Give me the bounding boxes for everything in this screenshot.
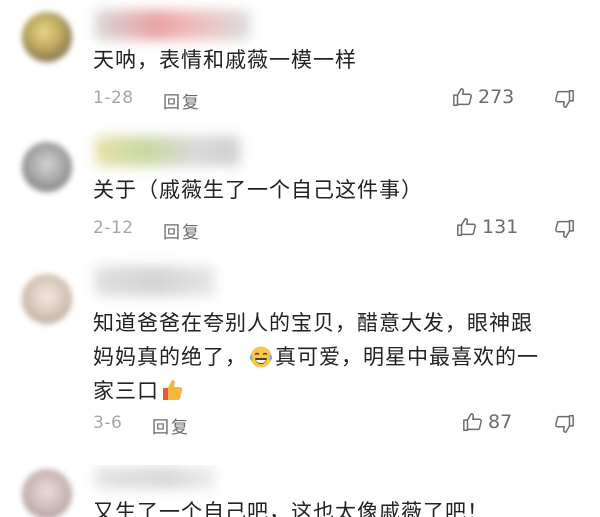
reply-button[interactable]: 回复 [163,218,201,243]
comment-item: 天呐，表情和戚薇一模一样 1-28 回复 273 [0,0,600,130]
comment-item: 又生了一个自己吧，这也太像戚薇了吧！ [0,465,600,517]
comment-text-segment: 真可爱，明星中最喜欢的一 [275,345,539,369]
dislike-button[interactable] [553,413,575,435]
like-count: 273 [478,86,515,108]
tears-of-joy-emoji-icon [250,344,272,368]
comment-date: 1-28 [93,88,134,108]
comment-text-line: 知道爸爸在夸别人的宝贝，醋意大发，眼神跟 [93,311,533,335]
comment-text: 又生了一个自己吧，这也太像戚薇了吧！ [93,500,489,517]
reply-button[interactable]: 回复 [163,88,201,113]
comment-text-segment: 家三口 [93,379,159,403]
comment-date: 2-12 [93,218,134,238]
thumbs-up-outline-icon [452,86,474,108]
avatar[interactable] [22,12,72,62]
thumbs-down-outline-icon [553,218,575,240]
thumbs-down-outline-icon [553,88,575,110]
comment-item: 知道爸爸在夸别人的宝贝，醋意大发，眼神跟 妈妈真的绝了， 真可爱，明星中最喜欢的… [0,260,600,465]
dislike-button[interactable] [553,88,575,110]
comment-text: 关于（戚薇生了一个自己这件事） [93,178,423,202]
like-count: 87 [488,411,513,433]
comment-text: 知道爸爸在夸别人的宝贝，醋意大发，眼神跟 妈妈真的绝了， 真可爱，明星中最喜欢的… [93,306,583,408]
like-button[interactable]: 273 [452,86,514,108]
comment-text: 天呐，表情和戚薇一模一样 [93,48,357,72]
like-button[interactable]: 87 [462,411,512,433]
thumbs-up-outline-icon [462,411,484,433]
avatar[interactable] [22,142,72,192]
thumbs-down-outline-icon [553,413,575,435]
thumbs-up-outline-icon [456,216,478,238]
dislike-button[interactable] [553,218,575,240]
thumbs-up-emoji-icon [161,378,183,402]
comment-text-line: 家三口 [93,374,583,408]
username[interactable] [95,136,240,166]
username[interactable] [95,10,250,40]
like-count: 131 [482,216,519,238]
like-button[interactable]: 131 [456,216,518,238]
avatar[interactable] [22,274,72,324]
reply-button[interactable]: 回复 [152,413,190,438]
avatar[interactable] [22,469,72,517]
username[interactable] [95,266,215,296]
comment-text-line: 妈妈真的绝了， 真可爱，明星中最喜欢的一 [93,340,583,374]
username[interactable] [95,467,215,489]
comment-text-segment: 妈妈真的绝了， [93,345,247,369]
comment-date: 3-6 [93,413,123,433]
comment-item: 关于（戚薇生了一个自己这件事） 2-12 回复 131 [0,130,600,260]
